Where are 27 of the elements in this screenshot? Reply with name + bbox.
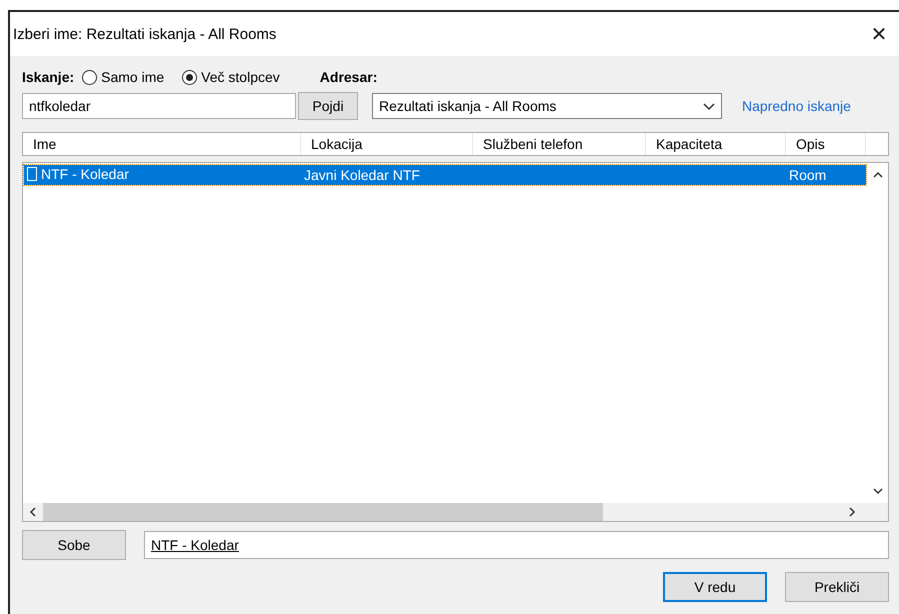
search-field[interactable]: ntfkoledar (22, 93, 296, 119)
column-header[interactable]: Kapaciteta (646, 133, 786, 155)
advanced-search-link[interactable]: Napredno iskanje (742, 98, 851, 114)
rooms-field[interactable]: NTF - Koledar (144, 531, 889, 559)
go-button[interactable]: Pojdi (298, 92, 358, 120)
table-cell: NTF - Koledar (41, 166, 129, 182)
column-header[interactable]: Lokacija (301, 133, 473, 155)
column-header[interactable]: Ime (23, 133, 301, 155)
radio-icon (82, 70, 98, 84)
radio-option[interactable]: Samo ime (82, 69, 164, 85)
close-button[interactable]: ✕ (859, 14, 899, 54)
column-header[interactable]: Opis (786, 133, 866, 155)
address-book-label: Adresar: (320, 69, 378, 85)
radio-option[interactable]: Več stolpcev (182, 69, 280, 85)
table-row[interactable]: NTF - Koledar Javni Koledar NTF Room (24, 165, 866, 185)
contact-icon (27, 167, 37, 181)
column-header[interactable]: Službeni telefon (473, 133, 646, 155)
radio-icon (182, 70, 198, 84)
scrollbar-thumb[interactable] (43, 503, 603, 521)
rooms-button[interactable]: Sobe (22, 530, 126, 560)
dialog-button[interactable]: Prekliči (785, 572, 889, 602)
table-cell: Room (789, 167, 826, 183)
table-cell: Javni Koledar NTF (304, 167, 420, 183)
search-label: Iskanje: (22, 69, 74, 85)
address-book-dropdown[interactable]: Rezultati iskanja - All Rooms (372, 93, 722, 119)
window-title: Izberi ime: Rezultati iskanja - All Rooms (13, 26, 276, 42)
dialog-button[interactable]: V redu (663, 572, 767, 602)
